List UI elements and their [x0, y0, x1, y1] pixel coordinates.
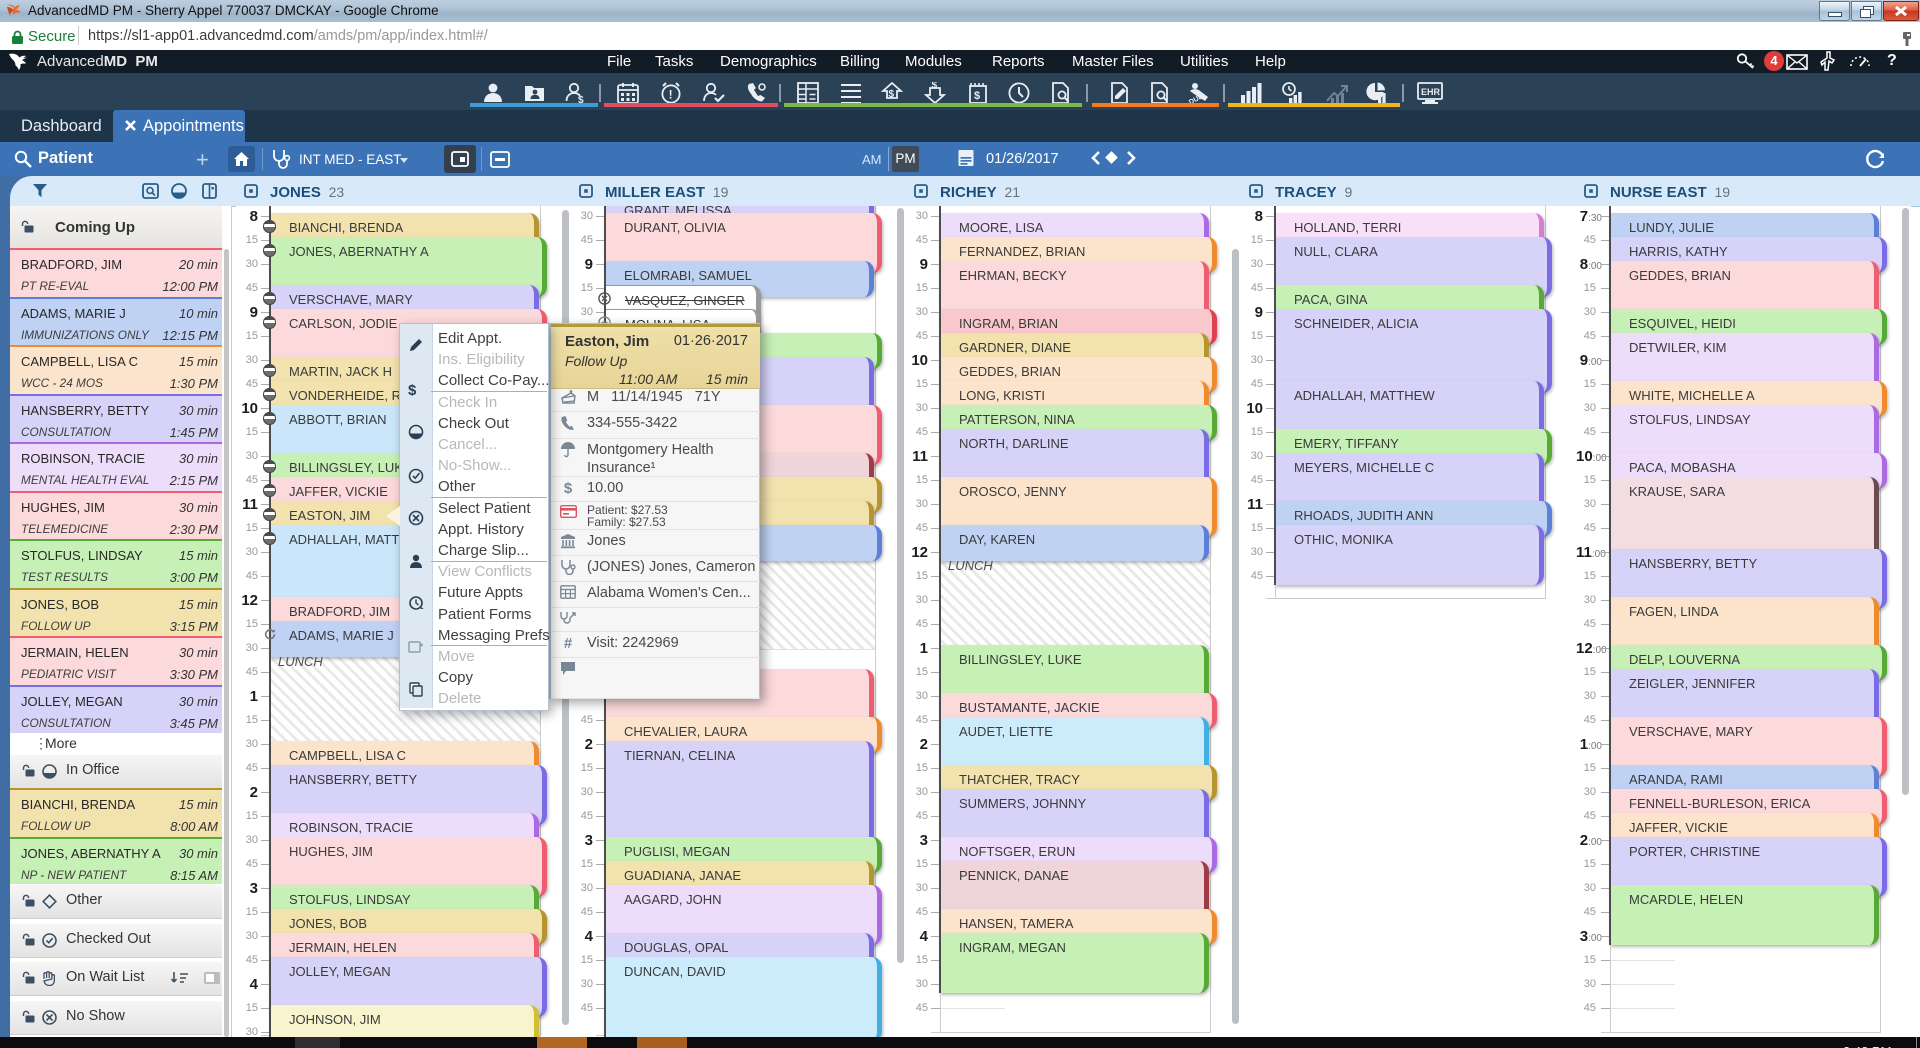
svg-text:$: $ [932, 82, 938, 91]
svg-text:EHR: EHR [1421, 87, 1441, 97]
svg-text:!: ! [669, 88, 673, 102]
svg-text:$: $ [889, 89, 895, 100]
svg-text:$: $ [974, 90, 980, 102]
